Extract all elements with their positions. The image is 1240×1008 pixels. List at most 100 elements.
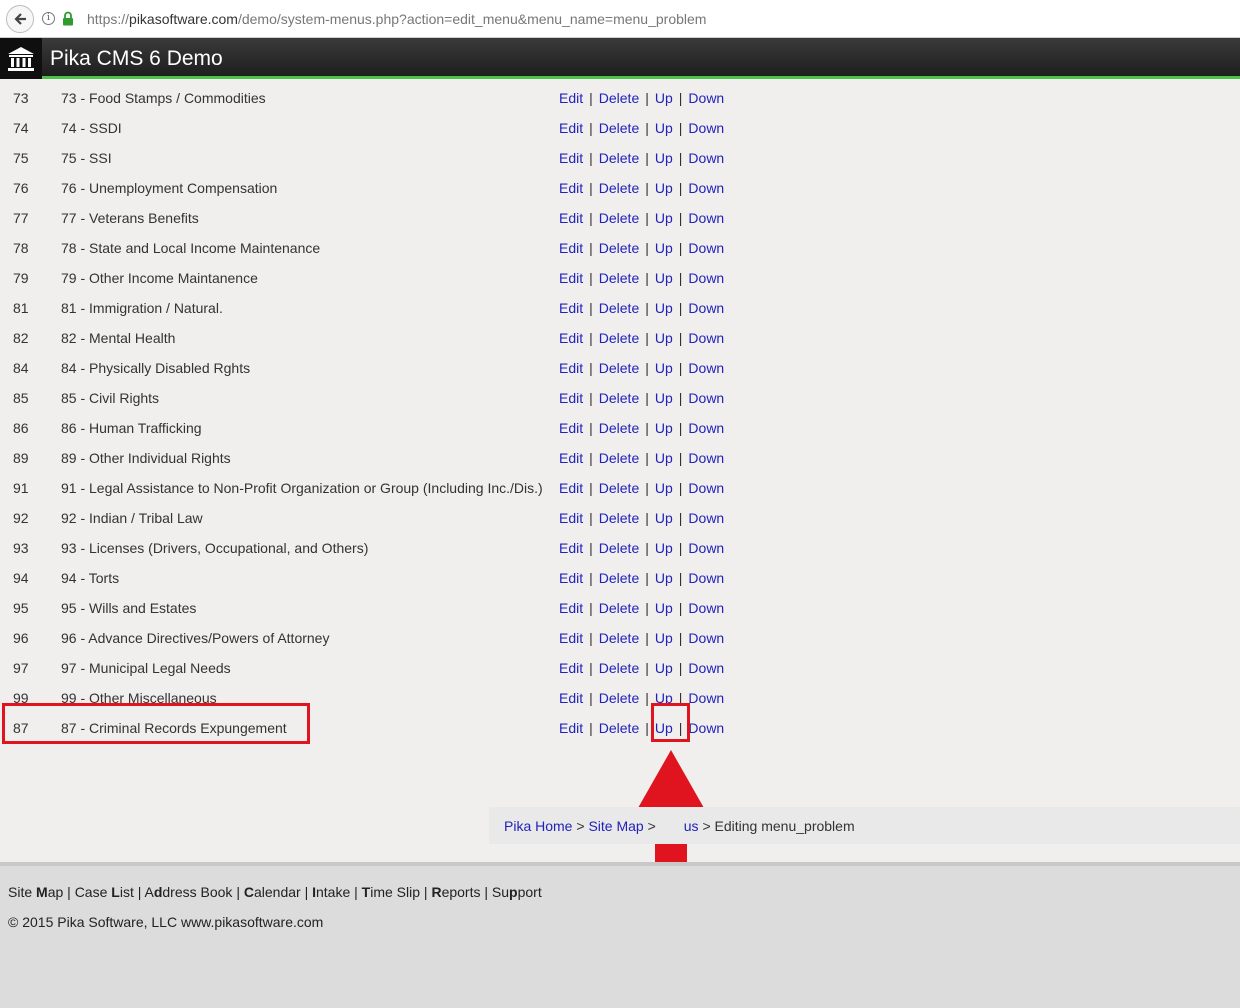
- delete-link[interactable]: Delete: [599, 390, 639, 406]
- up-link[interactable]: Up: [655, 390, 673, 406]
- up-link[interactable]: Up: [655, 420, 673, 436]
- edit-link[interactable]: Edit: [559, 360, 583, 376]
- delete-link[interactable]: Delete: [599, 420, 639, 436]
- down-link[interactable]: Down: [688, 720, 724, 736]
- delete-link[interactable]: Delete: [599, 570, 639, 586]
- delete-link[interactable]: Delete: [599, 210, 639, 226]
- footer-link[interactable]: Reports: [431, 884, 480, 900]
- down-link[interactable]: Down: [688, 300, 724, 316]
- down-link[interactable]: Down: [688, 120, 724, 136]
- breadcrumb-menus[interactable]: us: [684, 818, 699, 834]
- delete-link[interactable]: Delete: [599, 480, 639, 496]
- delete-link[interactable]: Delete: [599, 180, 639, 196]
- edit-link[interactable]: Edit: [559, 300, 583, 316]
- edit-link[interactable]: Edit: [559, 210, 583, 226]
- up-link[interactable]: Up: [655, 90, 673, 106]
- down-link[interactable]: Down: [688, 600, 724, 616]
- edit-link[interactable]: Edit: [559, 540, 583, 556]
- edit-link[interactable]: Edit: [559, 240, 583, 256]
- delete-link[interactable]: Delete: [599, 660, 639, 676]
- up-link[interactable]: Up: [655, 540, 673, 556]
- down-link[interactable]: Down: [688, 690, 724, 706]
- delete-link[interactable]: Delete: [599, 720, 639, 736]
- up-link[interactable]: Up: [655, 360, 673, 376]
- delete-link[interactable]: Delete: [599, 540, 639, 556]
- down-link[interactable]: Down: [688, 510, 724, 526]
- down-link[interactable]: Down: [688, 270, 724, 286]
- delete-link[interactable]: Delete: [599, 690, 639, 706]
- edit-link[interactable]: Edit: [559, 150, 583, 166]
- footer-link[interactable]: Address Book: [144, 884, 232, 900]
- down-link[interactable]: Down: [688, 210, 724, 226]
- down-link[interactable]: Down: [688, 450, 724, 466]
- edit-link[interactable]: Edit: [559, 660, 583, 676]
- edit-link[interactable]: Edit: [559, 690, 583, 706]
- up-link[interactable]: Up: [655, 630, 673, 646]
- edit-link[interactable]: Edit: [559, 630, 583, 646]
- footer-link[interactable]: Intake: [312, 884, 350, 900]
- down-link[interactable]: Down: [688, 570, 724, 586]
- footer-link[interactable]: Case List: [75, 884, 134, 900]
- down-link[interactable]: Down: [688, 150, 724, 166]
- down-link[interactable]: Down: [688, 660, 724, 676]
- delete-link[interactable]: Delete: [599, 270, 639, 286]
- edit-link[interactable]: Edit: [559, 480, 583, 496]
- down-link[interactable]: Down: [688, 90, 724, 106]
- up-link[interactable]: Up: [655, 480, 673, 496]
- delete-link[interactable]: Delete: [599, 510, 639, 526]
- edit-link[interactable]: Edit: [559, 270, 583, 286]
- delete-link[interactable]: Delete: [599, 300, 639, 316]
- address-bar[interactable]: https://pikasoftware.com/demo/system-men…: [87, 11, 706, 27]
- edit-link[interactable]: Edit: [559, 720, 583, 736]
- up-link[interactable]: Up: [655, 150, 673, 166]
- up-link[interactable]: Up: [655, 510, 673, 526]
- down-link[interactable]: Down: [688, 630, 724, 646]
- up-link[interactable]: Up: [655, 660, 673, 676]
- up-link[interactable]: Up: [655, 120, 673, 136]
- down-link[interactable]: Down: [688, 540, 724, 556]
- down-link[interactable]: Down: [688, 360, 724, 376]
- down-link[interactable]: Down: [688, 420, 724, 436]
- breadcrumb-site-map[interactable]: Site Map: [588, 818, 643, 834]
- delete-link[interactable]: Delete: [599, 120, 639, 136]
- delete-link[interactable]: Delete: [599, 330, 639, 346]
- edit-link[interactable]: Edit: [559, 510, 583, 526]
- delete-link[interactable]: Delete: [599, 90, 639, 106]
- delete-link[interactable]: Delete: [599, 630, 639, 646]
- down-link[interactable]: Down: [688, 180, 724, 196]
- courthouse-logo-icon[interactable]: [0, 38, 42, 79]
- footer-link[interactable]: Support: [492, 884, 542, 900]
- up-link[interactable]: Up: [655, 210, 673, 226]
- up-link[interactable]: Up: [655, 600, 673, 616]
- delete-link[interactable]: Delete: [599, 150, 639, 166]
- down-link[interactable]: Down: [688, 330, 724, 346]
- edit-link[interactable]: Edit: [559, 120, 583, 136]
- up-link[interactable]: Up: [655, 270, 673, 286]
- edit-link[interactable]: Edit: [559, 390, 583, 406]
- app-title[interactable]: Pika CMS 6 Demo: [50, 47, 223, 71]
- down-link[interactable]: Down: [688, 240, 724, 256]
- breadcrumb-pika-home[interactable]: Pika Home: [504, 818, 572, 834]
- edit-link[interactable]: Edit: [559, 600, 583, 616]
- footer-link[interactable]: Site Map: [8, 884, 63, 900]
- up-link[interactable]: Up: [655, 180, 673, 196]
- down-link[interactable]: Down: [688, 480, 724, 496]
- edit-link[interactable]: Edit: [559, 90, 583, 106]
- delete-link[interactable]: Delete: [599, 450, 639, 466]
- info-icon[interactable]: i: [42, 12, 55, 25]
- down-link[interactable]: Down: [688, 390, 724, 406]
- back-button[interactable]: [6, 5, 34, 33]
- delete-link[interactable]: Delete: [599, 600, 639, 616]
- edit-link[interactable]: Edit: [559, 330, 583, 346]
- up-link[interactable]: Up: [655, 450, 673, 466]
- up-link[interactable]: Up: [655, 240, 673, 256]
- delete-link[interactable]: Delete: [599, 360, 639, 376]
- footer-link[interactable]: Calendar: [244, 884, 301, 900]
- edit-link[interactable]: Edit: [559, 570, 583, 586]
- edit-link[interactable]: Edit: [559, 420, 583, 436]
- up-link[interactable]: Up: [655, 330, 673, 346]
- footer-link[interactable]: Time Slip: [362, 884, 420, 900]
- edit-link[interactable]: Edit: [559, 180, 583, 196]
- up-link[interactable]: Up: [655, 300, 673, 316]
- edit-link[interactable]: Edit: [559, 450, 583, 466]
